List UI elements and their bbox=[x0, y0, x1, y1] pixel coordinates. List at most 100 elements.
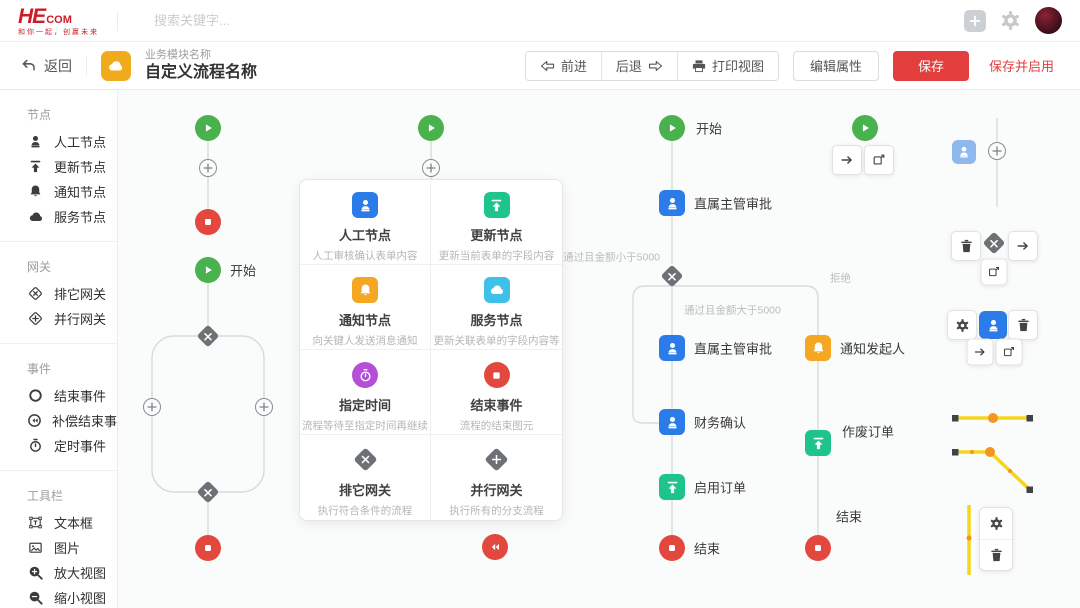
copy-node-button[interactable] bbox=[981, 259, 1008, 286]
add-node-button[interactable] bbox=[988, 142, 1006, 160]
start-event-node[interactable] bbox=[852, 115, 878, 141]
connect-arrow-button[interactable] bbox=[1008, 231, 1038, 261]
palette-cell-service-node[interactable]: 服务节点 更新关联表单的字段内容等 bbox=[431, 265, 562, 350]
zoom-in-icon bbox=[27, 565, 44, 580]
save-and-enable-button[interactable]: 保存并启用 bbox=[983, 51, 1060, 81]
notify-node[interactable] bbox=[805, 335, 831, 361]
manual-node[interactable] bbox=[659, 409, 685, 435]
node-label: 通知发起人 bbox=[840, 339, 905, 358]
add-node-button[interactable] bbox=[255, 398, 273, 416]
connector-delete-button[interactable] bbox=[980, 539, 1012, 570]
copy-node-button[interactable] bbox=[996, 339, 1023, 366]
palette-cell-update-node[interactable]: 更新节点 更新当前表单的字段内容 bbox=[431, 180, 562, 265]
palette-cell-end-event[interactable]: 结束事件 流程的结束图元 bbox=[431, 350, 562, 435]
update-icon bbox=[27, 159, 44, 174]
header: 返回 业务模块名称 自定义流程名称 前进 后退 打印视图 编辑属性 保存 保存并… bbox=[0, 42, 1080, 90]
section-title-events: 事件 bbox=[27, 360, 117, 377]
end-event-node[interactable] bbox=[659, 535, 685, 561]
add-node-button[interactable] bbox=[422, 159, 440, 177]
delete-node-button[interactable] bbox=[951, 231, 981, 261]
end-event-node[interactable] bbox=[195, 535, 221, 561]
delete-node-button[interactable] bbox=[1008, 310, 1038, 340]
copy-icon bbox=[872, 153, 886, 167]
sidebar-item-exclusive-gateway[interactable]: 排它网关 bbox=[27, 281, 117, 306]
sidebar-item-update-node[interactable]: 更新节点 bbox=[27, 154, 117, 179]
connect-arrow-button[interactable] bbox=[832, 145, 862, 175]
end-event-icon bbox=[484, 362, 510, 388]
start-event-node[interactable] bbox=[195, 115, 221, 141]
flow-canvas[interactable]: 开始 人工节点 人工审核确认表单内容 更新节点 更新当前表单的字段内容 通知节点 bbox=[118, 90, 1080, 608]
update-node[interactable] bbox=[805, 430, 831, 456]
save-button[interactable]: 保存 bbox=[893, 51, 969, 81]
bell-icon bbox=[27, 184, 44, 199]
arrow-right-icon bbox=[840, 153, 854, 167]
logo[interactable]: HE COM 和你一起，创赢未来 bbox=[18, 6, 99, 36]
copy-icon bbox=[988, 266, 1001, 279]
compensate-end-node[interactable] bbox=[482, 534, 508, 560]
sidebar-item-manual-node[interactable]: 人工节点 bbox=[27, 129, 117, 154]
end-event-node[interactable] bbox=[195, 209, 221, 235]
forward-button[interactable]: 前进 bbox=[526, 52, 601, 80]
copy-icon bbox=[1003, 346, 1016, 359]
sidebar-item-zoom-in[interactable]: 放大视图 bbox=[27, 560, 117, 585]
section-title-nodes: 节点 bbox=[27, 106, 117, 123]
palette-cell-parallel-gateway[interactable]: 并行网关 执行所有的分支流程 bbox=[431, 435, 562, 520]
node-label: 开始 bbox=[230, 261, 256, 280]
back-button[interactable]: 返回 bbox=[20, 56, 72, 76]
gear-icon bbox=[955, 318, 970, 333]
manual-node[interactable] bbox=[659, 190, 685, 216]
node-label: 作废订单 bbox=[842, 422, 894, 441]
connect-arrow-button[interactable] bbox=[967, 339, 994, 366]
backward-button[interactable]: 后退 bbox=[601, 52, 677, 80]
exclusive-gateway-icon bbox=[27, 285, 44, 302]
top-bar: HE COM 和你一起，创赢未来 bbox=[0, 0, 1080, 42]
back-arrow-icon bbox=[20, 57, 37, 74]
condition-label: 拒绝 bbox=[830, 271, 851, 286]
node-settings-button[interactable] bbox=[947, 310, 977, 340]
node-label: 开始 bbox=[696, 119, 722, 138]
search-input[interactable] bbox=[154, 13, 950, 28]
sidebar-item-service-node[interactable]: 服务节点 bbox=[27, 204, 117, 229]
compensate-end-icon bbox=[27, 413, 42, 428]
plus-icon[interactable] bbox=[964, 10, 986, 32]
trash-icon bbox=[990, 548, 1003, 562]
copy-node-button[interactable] bbox=[864, 145, 894, 175]
manual-node-selected[interactable] bbox=[979, 311, 1007, 339]
sidebar-item-zoom-out[interactable]: 缩小视图 bbox=[27, 585, 117, 608]
sidebar-item-end-event[interactable]: 结束事件 bbox=[27, 383, 117, 408]
end-event-node[interactable] bbox=[805, 535, 831, 561]
palette-cell-exclusive-gateway[interactable]: 排它网关 执行符合条件的流程 bbox=[300, 435, 431, 520]
palette-cell-notify-node[interactable]: 通知节点 向关键人发送消息通知 bbox=[300, 265, 431, 350]
start-event-node[interactable] bbox=[418, 115, 444, 141]
manual-node[interactable] bbox=[659, 335, 685, 361]
avatar[interactable] bbox=[1035, 7, 1062, 34]
person-icon bbox=[352, 192, 378, 218]
sidebar-item-timer-event[interactable]: 定时事件 bbox=[27, 433, 117, 458]
add-node-button[interactable] bbox=[143, 398, 161, 416]
update-node[interactable] bbox=[659, 474, 685, 500]
sidebar-item-image[interactable]: 图片 bbox=[27, 535, 117, 560]
history-button-group: 前进 后退 打印视图 bbox=[525, 51, 779, 81]
connector-settings-button[interactable] bbox=[980, 508, 1012, 539]
arrow-right-icon bbox=[974, 346, 987, 359]
print-view-button[interactable]: 打印视图 bbox=[677, 52, 778, 80]
zoom-out-icon bbox=[27, 590, 44, 605]
timer-icon bbox=[27, 438, 44, 453]
start-event-node[interactable] bbox=[195, 257, 221, 283]
gear-icon[interactable] bbox=[1000, 10, 1021, 31]
sidebar-item-compensate-end-event[interactable]: 补偿结束事件 bbox=[27, 408, 117, 433]
palette-cell-timer[interactable]: 指定时间 流程等待至指定时间再继续 bbox=[300, 350, 431, 435]
node-label: 直属主管审批 bbox=[694, 194, 772, 213]
image-icon bbox=[27, 540, 44, 555]
edit-properties-button[interactable]: 编辑属性 bbox=[793, 51, 879, 81]
condition-label: 通过且金额小于5000 bbox=[548, 250, 660, 265]
manual-node-ghost[interactable] bbox=[952, 140, 976, 164]
sidebar-item-notify-node[interactable]: 通知节点 bbox=[27, 179, 117, 204]
start-event-node[interactable] bbox=[659, 115, 685, 141]
sidebar-item-parallel-gateway[interactable]: 并行网关 bbox=[27, 306, 117, 331]
update-icon bbox=[484, 192, 510, 218]
palette-cell-manual-node[interactable]: 人工节点 人工审核确认表单内容 bbox=[300, 180, 431, 265]
person-icon bbox=[27, 134, 44, 149]
sidebar-item-textbox[interactable]: 文本框 bbox=[27, 510, 117, 535]
add-node-button[interactable] bbox=[199, 159, 217, 177]
